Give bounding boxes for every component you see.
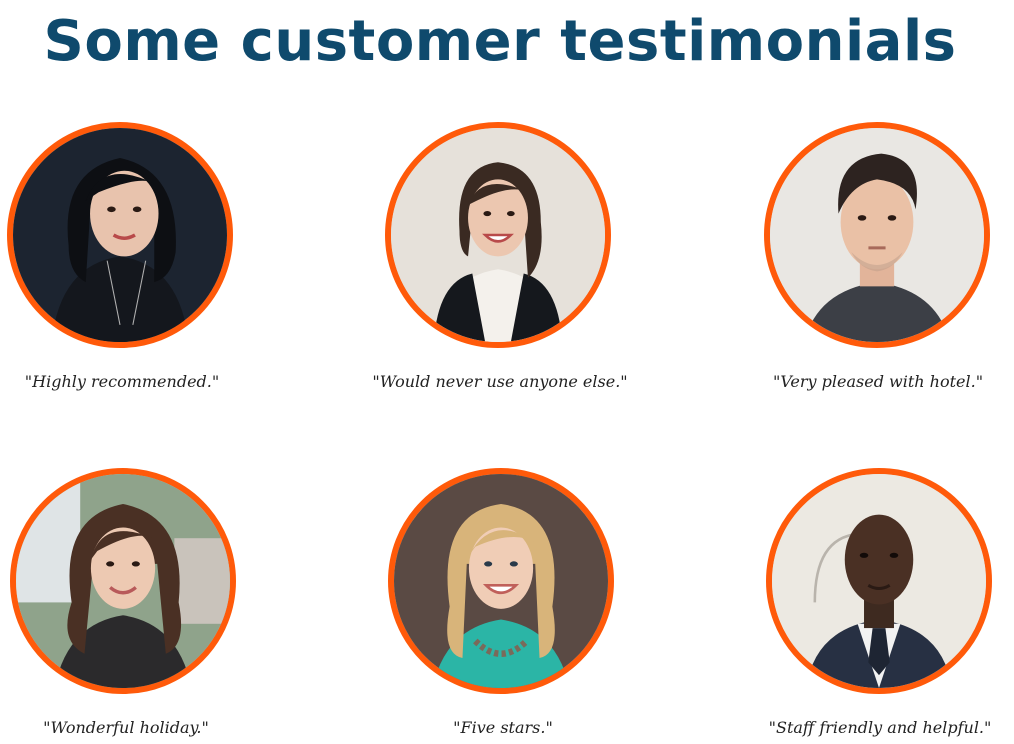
customer-photo	[10, 468, 236, 694]
customer-photo	[385, 122, 611, 348]
testimonial-quote: "Staff friendly and helpful."	[768, 718, 992, 737]
page-title: Some customer testimonials	[43, 9, 957, 74]
woman-brown-hair-portrait	[16, 474, 230, 688]
customer-photo	[388, 468, 614, 694]
woman-dark-hair-vest-portrait	[391, 128, 605, 342]
testimonial-quote: "Very pleased with hotel."	[772, 372, 984, 391]
testimonial-quote: "Highly recommended."	[24, 372, 220, 391]
customer-photo	[766, 468, 992, 694]
testimonial-quote: "Would never use anyone else."	[372, 372, 628, 391]
testimonial-quote: "Five stars."	[453, 718, 553, 737]
customer-photo	[7, 122, 233, 348]
man-suit-portrait	[772, 474, 986, 688]
woman-blonde-hair-portrait	[394, 474, 608, 688]
man-short-hair-portrait	[770, 128, 984, 342]
customer-photo	[764, 122, 990, 348]
woman-black-hair-portrait	[13, 128, 227, 342]
testimonial-quote: "Wonderful holiday."	[43, 718, 209, 737]
